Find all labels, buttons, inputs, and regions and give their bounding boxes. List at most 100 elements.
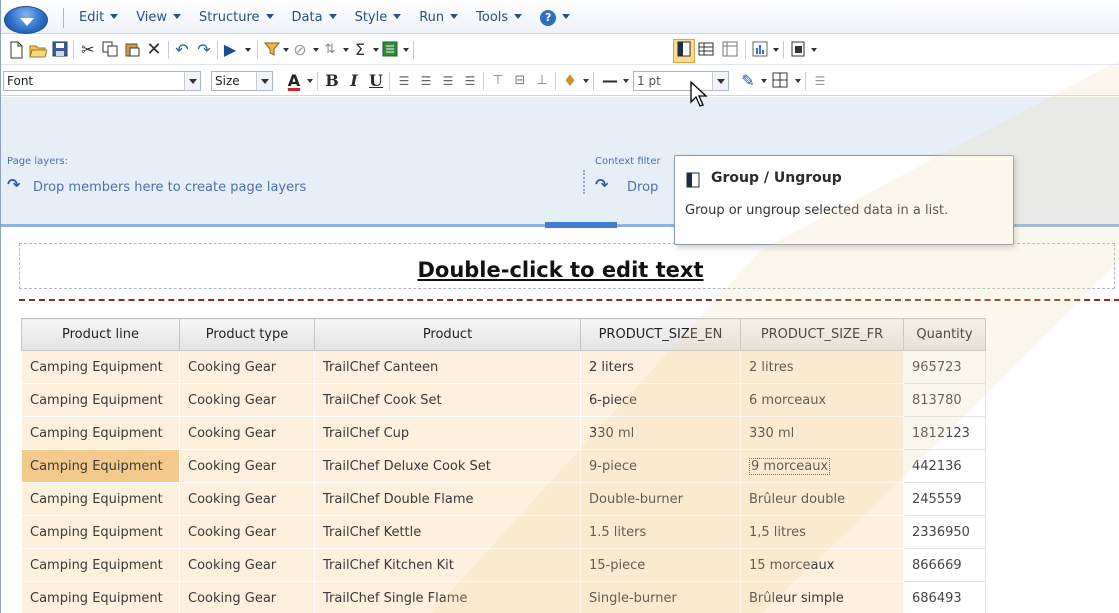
cell-size-fr[interactable]: 6 morceaux [740, 383, 904, 417]
chevron-down-icon[interactable] [343, 48, 349, 52]
border-color-icon[interactable]: ✎ [739, 72, 757, 90]
chevron-down-icon[interactable] [256, 72, 272, 90]
cell-product[interactable]: TrailChef Deluxe Cook Set [314, 449, 581, 483]
cell-product-type[interactable]: Cooking Gear [179, 449, 315, 483]
cell-size-en[interactable]: 9-piece [580, 449, 741, 483]
column-header[interactable]: Product line [21, 318, 180, 351]
group-ungroup-icon[interactable] [675, 41, 693, 59]
cell-product-line[interactable]: Camping Equipment [21, 548, 180, 582]
column-header[interactable]: Product [314, 318, 581, 351]
save-icon[interactable] [51, 41, 69, 59]
cell-product[interactable]: TrailChef Double Flame [314, 482, 581, 516]
cell-quantity[interactable]: 965723 [903, 350, 986, 384]
menu-edit[interactable]: Edit [79, 10, 119, 26]
app-menu-button[interactable] [4, 6, 48, 34]
column-header[interactable]: PRODUCT_SIZE_EN [580, 318, 741, 351]
font-color-icon[interactable]: A [285, 72, 303, 90]
chevron-down-icon[interactable] [623, 79, 629, 83]
cell-quantity[interactable]: 866669 [903, 548, 986, 582]
fill-color-icon[interactable]: ♦ [561, 72, 579, 90]
copy-icon[interactable] [101, 41, 119, 59]
cell-product[interactable]: TrailChef Single Flame [314, 581, 581, 613]
chevron-down-icon[interactable] [583, 79, 589, 83]
cell-quantity[interactable]: 686493 [903, 581, 986, 613]
align-left-icon[interactable]: ☰ [395, 72, 413, 90]
menu-view[interactable]: View [136, 10, 182, 26]
delete-icon[interactable]: ✕ [145, 41, 163, 59]
summarize-icon[interactable]: Σ [351, 41, 369, 59]
cell-product-type[interactable]: Cooking Gear [179, 383, 315, 417]
column-header[interactable]: PRODUCT_SIZE_FR [740, 318, 904, 351]
run-report-icon[interactable]: ▶ [221, 41, 239, 59]
cell-product-line[interactable]: Camping Equipment [21, 482, 180, 516]
valign-middle-icon[interactable]: ⊟ [511, 72, 529, 90]
column-header[interactable]: Quantity [903, 318, 986, 351]
cell-product[interactable]: TrailChef Cup [314, 416, 581, 450]
line-width-select[interactable]: 1 pt [633, 71, 729, 91]
cell-quantity[interactable]: 1812123 [903, 416, 986, 450]
menu-structure[interactable]: Structure [199, 10, 274, 26]
cell-product[interactable]: TrailChef Kitchen Kit [314, 548, 581, 582]
menu-help[interactable]: ? [540, 10, 571, 26]
cut-icon[interactable]: ✂ [79, 41, 97, 59]
cell-size-en[interactable]: 330 ml [580, 416, 741, 450]
cell-size-fr[interactable]: Brûleur double [740, 482, 904, 516]
cell-product[interactable]: TrailChef Canteen [314, 350, 581, 384]
font-family-select[interactable]: Font [3, 71, 201, 91]
chevron-down-icon[interactable] [761, 79, 767, 83]
cell-product-line[interactable]: Camping Equipment [21, 581, 180, 613]
chevron-down-icon[interactable] [811, 48, 817, 52]
open-folder-icon[interactable] [29, 41, 48, 59]
chart-icon[interactable] [751, 41, 769, 59]
borders-icon[interactable] [771, 72, 789, 90]
cell-size-fr[interactable]: 330 ml [740, 416, 904, 450]
cell-size-en[interactable]: 2 liters [580, 350, 741, 384]
cell-size-en[interactable]: Single-burner [580, 581, 741, 613]
suppress-icon[interactable]: ⊘ [291, 41, 309, 59]
chevron-down-icon[interactable] [403, 48, 409, 52]
page-layers-dropzone[interactable]: Drop members here to create page layers [33, 180, 306, 195]
cell-product-type[interactable]: Cooking Gear [179, 416, 315, 450]
chevron-down-icon[interactable] [313, 48, 319, 52]
redo-icon[interactable]: ↷ [195, 41, 213, 59]
chevron-down-icon[interactable] [795, 79, 801, 83]
cell-product-line-selected[interactable]: Camping Equipment [21, 449, 180, 483]
cell-product-line[interactable]: Camping Equipment [21, 515, 180, 549]
italic-icon[interactable]: I [345, 72, 363, 90]
align-center-icon[interactable]: ☰ [417, 72, 435, 90]
cell-size-fr[interactable]: 2 litres [740, 350, 904, 384]
cell-product-line[interactable]: Camping Equipment [21, 350, 180, 384]
align-right-icon[interactable]: ☰ [439, 72, 457, 90]
cell-product-line[interactable]: Camping Equipment [21, 383, 180, 417]
cell-size-fr[interactable]: 1,5 litres [740, 515, 904, 549]
cell-size-fr[interactable]: 15 morceaux [740, 548, 904, 582]
cell-product-type[interactable]: Cooking Gear [179, 350, 315, 384]
cell-size-en[interactable]: 1.5 liters [580, 515, 741, 549]
chevron-down-icon[interactable] [773, 48, 779, 52]
cell-product-line[interactable]: Camping Equipment [21, 416, 180, 450]
cell-product-type[interactable]: Cooking Gear [179, 548, 315, 582]
chevron-down-icon[interactable] [283, 48, 289, 52]
cell-quantity[interactable]: 245559 [903, 482, 986, 516]
cell-size-en[interactable]: 6-piece [580, 383, 741, 417]
paste-icon[interactable] [123, 41, 141, 59]
font-size-select[interactable]: Size [211, 71, 273, 91]
more-styles-icon[interactable]: ☰ [811, 72, 829, 90]
insert-icon[interactable] [789, 41, 807, 59]
cell-size-fr-focused[interactable]: 9 morceaux [740, 449, 904, 483]
cell-product-type[interactable]: Cooking Gear [179, 515, 315, 549]
column-header[interactable]: Product type [179, 318, 315, 351]
menu-data[interactable]: Data [292, 10, 337, 26]
border-style-icon[interactable]: — [601, 72, 619, 90]
valign-bottom-icon[interactable]: ⊥ [533, 72, 551, 90]
cell-product[interactable]: TrailChef Cook Set [314, 383, 581, 417]
valign-top-icon[interactable]: ⊤ [489, 72, 507, 90]
cell-product-type[interactable]: Cooking Gear [179, 581, 315, 613]
chevron-down-icon[interactable] [712, 72, 728, 90]
new-document-icon[interactable] [7, 41, 25, 59]
menu-style[interactable]: Style [355, 10, 402, 26]
pivot-icon[interactable] [721, 41, 739, 59]
menu-tools[interactable]: Tools [476, 10, 523, 26]
calculate-icon[interactable] [381, 41, 399, 59]
cell-quantity[interactable]: 442136 [903, 449, 986, 483]
